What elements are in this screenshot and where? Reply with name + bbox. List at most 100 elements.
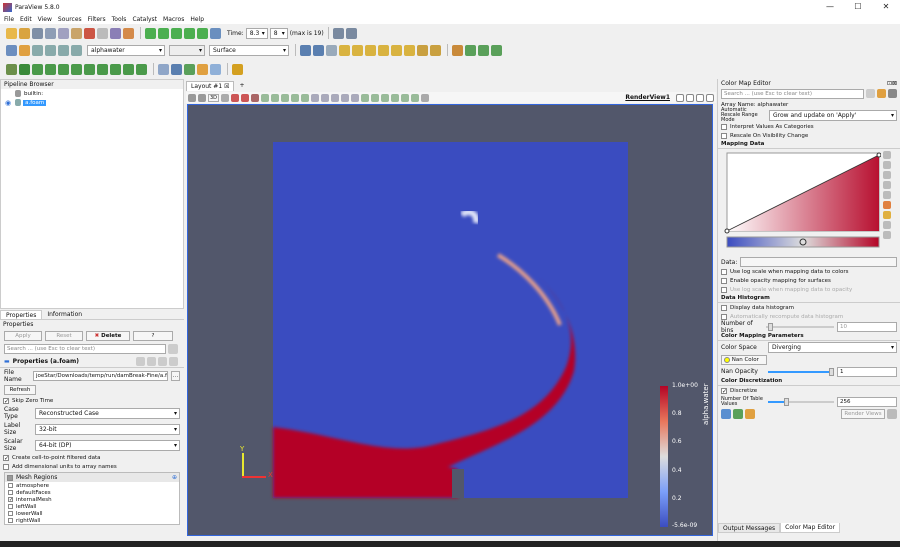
trash-icon[interactable] xyxy=(421,93,430,102)
python-shell-icon[interactable] xyxy=(197,63,208,75)
redo-icon[interactable] xyxy=(97,27,108,39)
stream-tracer-icon[interactable] xyxy=(97,63,108,75)
settings-icon[interactable] xyxy=(887,409,897,419)
restore-icon[interactable] xyxy=(888,89,897,98)
open-icon[interactable] xyxy=(745,409,755,419)
presets-icon[interactable] xyxy=(883,201,891,209)
transfer-function-editor[interactable] xyxy=(721,151,897,255)
select-points-in-icon[interactable] xyxy=(381,93,390,102)
rotate-90-cw-icon[interactable] xyxy=(417,44,428,56)
table-values-slider[interactable] xyxy=(768,397,834,406)
table-values-field[interactable]: 256 xyxy=(837,396,897,407)
hover-cells-icon[interactable] xyxy=(321,93,330,102)
rescale-time-icon[interactable] xyxy=(883,171,891,179)
view-plus-x-icon[interactable] xyxy=(339,44,350,56)
threshold-icon[interactable] xyxy=(58,63,69,75)
open-icon[interactable] xyxy=(6,27,17,39)
menu-macros[interactable]: Macros xyxy=(163,16,184,23)
save-data-icon[interactable] xyxy=(32,27,43,39)
menu-filters[interactable]: Filters xyxy=(88,16,106,23)
list-item[interactable]: defaultFaces xyxy=(5,489,179,496)
menu-tools[interactable]: Tools xyxy=(112,16,127,23)
custom-range-icon[interactable] xyxy=(883,161,891,169)
zoom-to-box-icon[interactable] xyxy=(326,44,337,56)
auto-update-icon[interactable] xyxy=(733,409,743,419)
reset-button[interactable]: Reset xyxy=(45,331,83,341)
select-cells-in-icon[interactable] xyxy=(391,93,400,102)
pick-center-icon[interactable] xyxy=(241,93,250,102)
time-step-field[interactable]: 8 xyxy=(269,27,288,39)
update-icon[interactable] xyxy=(721,409,731,419)
checkbox[interactable] xyxy=(721,277,727,284)
contour-icon[interactable] xyxy=(19,63,30,75)
nan-opacity-slider[interactable] xyxy=(768,367,834,376)
interpret-row[interactable]: Interpret Values As Categories xyxy=(718,122,900,131)
select-polygon-icon[interactable] xyxy=(291,93,300,102)
slider-handle[interactable] xyxy=(768,322,773,331)
camera-undo-icon[interactable] xyxy=(110,27,121,39)
create-cell-row[interactable]: ✓ Create cell-to-point filtered data xyxy=(0,453,184,462)
undo-icon[interactable] xyxy=(84,27,95,39)
list-item[interactable]: atmosphere xyxy=(5,482,179,489)
help-button[interactable]: ? xyxy=(133,331,173,341)
display-hist-row[interactable]: Display data histogram xyxy=(718,303,900,312)
collapse-icon[interactable]: ▬ xyxy=(4,358,10,365)
toggle-icon[interactable]: ⊕ xyxy=(172,474,177,481)
grow-selection-icon[interactable] xyxy=(331,93,340,102)
split-vertical-icon[interactable] xyxy=(686,93,694,102)
pipeline-item-builtin[interactable]: builtin: xyxy=(1,89,183,98)
close-icon[interactable]: ☒ xyxy=(224,83,229,90)
previous-frame-icon[interactable] xyxy=(158,27,169,39)
slice-icon[interactable] xyxy=(45,63,56,75)
next-frame-icon[interactable] xyxy=(184,27,195,39)
rescale-icon[interactable] xyxy=(883,151,891,159)
tab-color-map-editor[interactable]: Color Map Editor xyxy=(780,523,841,533)
checkbox[interactable] xyxy=(721,286,727,293)
checkbox[interactable] xyxy=(8,483,13,488)
eye-icon[interactable]: ◉ xyxy=(5,99,11,107)
select-surface-cells-icon[interactable] xyxy=(261,93,270,102)
rotate-90-ccw-icon[interactable] xyxy=(430,44,441,56)
capture-icon[interactable] xyxy=(198,93,206,102)
list-item[interactable]: ✓ internalMesh xyxy=(5,496,179,503)
select-cells-icon[interactable] xyxy=(452,44,463,56)
refresh-button[interactable]: Refresh xyxy=(4,385,36,395)
gear-icon[interactable] xyxy=(168,344,178,354)
zoom-data-icon[interactable] xyxy=(332,27,344,39)
spreadsheet-icon[interactable] xyxy=(171,63,182,75)
checkbox[interactable] xyxy=(8,518,13,523)
menu-sources[interactable]: Sources xyxy=(58,16,82,23)
rescale-visible-icon[interactable] xyxy=(883,181,891,189)
select-points-on-icon[interactable] xyxy=(361,93,370,102)
reset-center-icon[interactable] xyxy=(251,93,260,102)
nan-color-button[interactable]: Nan Color xyxy=(721,355,767,365)
recent-icon[interactable] xyxy=(19,27,30,39)
pipeline-item-afoam[interactable]: ◉ a.foam xyxy=(1,98,183,107)
checkbox[interactable] xyxy=(8,511,13,516)
extract-subset-icon[interactable] xyxy=(71,63,82,75)
hover-points-icon[interactable] xyxy=(210,63,221,75)
menu-view[interactable]: View xyxy=(38,16,52,23)
show-color-legend-icon[interactable] xyxy=(6,44,17,56)
cme-search-input[interactable]: Search ... (use Esc to clear text) xyxy=(721,89,864,99)
opacity-editor[interactable] xyxy=(721,151,882,255)
first-frame-icon[interactable] xyxy=(145,27,156,39)
view-plus-z-icon[interactable] xyxy=(391,44,402,56)
float-icon[interactable]: ⊡⊠ xyxy=(887,80,897,87)
center-axes-icon[interactable] xyxy=(231,93,240,102)
load-state-icon[interactable] xyxy=(58,27,69,39)
clip-icon[interactable] xyxy=(32,63,43,75)
rescale-vis-row[interactable]: Rescale On Visibility Change xyxy=(718,131,900,140)
loop-icon[interactable] xyxy=(210,27,221,39)
select-block-icon[interactable] xyxy=(301,93,310,102)
custom-range-icon[interactable] xyxy=(45,44,56,56)
maximize-button[interactable]: ☐ xyxy=(844,0,872,14)
split-horizontal-icon[interactable] xyxy=(676,93,684,102)
auto-rescale-combo[interactable]: Grow and update on 'Apply' xyxy=(769,110,897,121)
connect-icon[interactable] xyxy=(71,27,82,39)
play-icon[interactable] xyxy=(171,27,182,39)
last-frame-icon[interactable] xyxy=(197,27,208,39)
checkbox[interactable] xyxy=(3,463,9,470)
checkbox-checked[interactable]: ✓ xyxy=(3,397,9,404)
save-preset-icon[interactable] xyxy=(877,89,886,98)
